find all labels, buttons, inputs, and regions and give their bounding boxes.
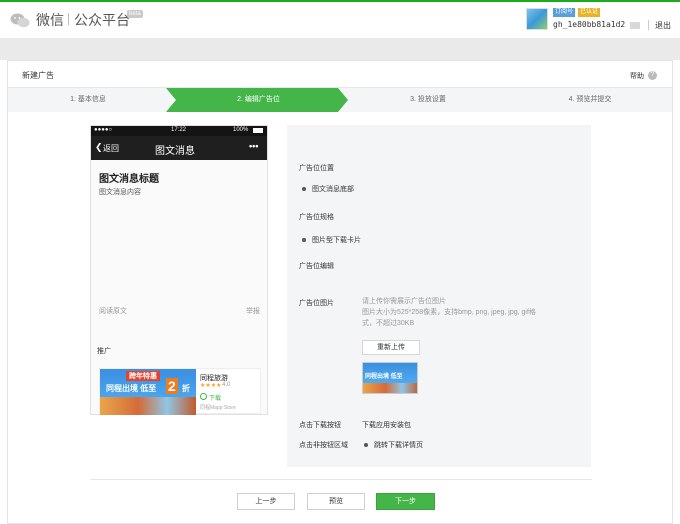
promo-label: 推广 [97,348,111,355]
position-radio[interactable] [302,187,306,191]
ad-rating-value: 4.0 [222,382,231,388]
image-hint-line-2: 图片大小为525*258像素，支持bmp, png, jpeg, jpg, gi… [362,309,536,316]
next-step-button[interactable]: 下一步 [376,493,435,510]
prev-step-button[interactable]: 上一步 [237,493,295,510]
step-1: 1. 基本信息 [70,96,106,103]
reupload-button[interactable]: 重新上传 [362,340,420,355]
message-title: 图文消息标题 [99,174,159,185]
mail-icon[interactable] [630,22,640,29]
banner-scenery-image [100,397,196,415]
ad-rating-stars: ★★★★ [200,383,222,389]
account-name[interactable]: gh_1e80bb81a1d2 [553,20,625,29]
account-type-badge: 订阅号 [553,8,576,17]
message-content: 图文消息内容 [99,189,141,196]
beta-badge: beta [127,10,143,18]
brand-separator [68,13,69,25]
image-hint-line-3: 式，不超过30KB [362,320,415,327]
thumbnail-scenery [363,383,417,393]
account-avatar[interactable] [526,8,548,30]
position-value: 图文消息底部 [312,186,354,193]
edit-label: 广告位编辑 [299,263,334,270]
ad-download-button[interactable]: 下载 [209,393,221,402]
spec-radio[interactable] [302,238,306,242]
more-icon[interactable]: ••• [249,141,258,151]
ad-settings-panel [287,125,591,467]
phone-preview: ●●●●○ 17:22 100% ❮ 返回 图文消息 ••• 图文消息标题 图文… [90,125,268,415]
step-4: 4. 预览并提交 [568,96,612,103]
signal-indicator: ●●●●○ [94,127,113,133]
ad-developer: 同程Mapp Store [200,405,236,411]
preview-button[interactable]: 预览 [307,493,365,510]
phone-nav-title: 图文消息 [155,146,195,157]
step-progress: 1. 基本信息 2. 编辑广告位 3. 投放设置 4. 预览并提交 [8,88,672,112]
nav-band [0,38,680,60]
help-link[interactable]: 帮助 [630,71,644,81]
brand-name: 微信 [36,12,64,28]
ad-image-thumbnail: 同程出境 低至 [362,362,418,394]
thumbnail-headline: 同程出境 低至 [365,374,403,380]
help-icon[interactable]: ? [648,71,657,80]
click-download-value: 下载应用安装包 [362,422,411,429]
phone-nav-bar: ❮ 返回 图文消息 ••• [91,136,267,160]
banner-headline: 同程出境 低至 [106,384,157,393]
report-link[interactable]: 举报 [246,306,260,316]
battery-icon [253,128,263,133]
click-other-radio[interactable] [364,443,368,447]
ad-card-preview[interactable]: 跨年特惠 同程出境 低至 2 折 同程旅游 ★★★★ 4.0 下载 同程Mapp… [99,368,261,415]
phone-time: 17:22 [171,127,187,133]
image-hint-line-1: 请上传你需展示广告位图片 [362,298,446,305]
spec-label: 广告位规格 [299,214,334,221]
page-title: 新建广告 [22,71,54,80]
step-2-active: 2. 编辑广告位 [237,96,280,103]
banner-discount-suffix: 折 [182,384,190,393]
back-button[interactable]: 返回 [103,143,119,154]
click-other-label: 点击非按钮区域 [299,442,348,449]
footer-divider [90,479,592,480]
phone-status-bar: ●●●●○ 17:22 100% [91,126,267,136]
platform-name: 公众平台 [74,12,130,28]
verified-badge: 已认证 [578,8,601,17]
position-label: 广告位位置 [299,165,334,172]
image-label: 广告位图片 [299,300,334,307]
read-more-link[interactable]: 阅读原文 [99,306,127,316]
logout-link[interactable]: 退出 [655,20,671,31]
back-chevron-icon[interactable]: ❮ [95,142,103,153]
header-separator [648,20,649,30]
ad-banner-image: 跨年特惠 同程出境 低至 2 折 [100,369,196,415]
click-other-value: 跳转下载详情页 [374,442,423,449]
download-icon[interactable] [200,393,207,400]
step-3: 3. 投放设置 [410,96,446,103]
battery-level: 100% [233,127,249,133]
spec-value: 图片型下载卡片 [312,237,361,244]
banner-promo-tag: 跨年特惠 [126,371,160,381]
click-download-label: 点击下载按钮 [299,422,341,429]
wechat-logo-icon [10,13,30,28]
banner-discount-number: 2 [166,378,178,394]
